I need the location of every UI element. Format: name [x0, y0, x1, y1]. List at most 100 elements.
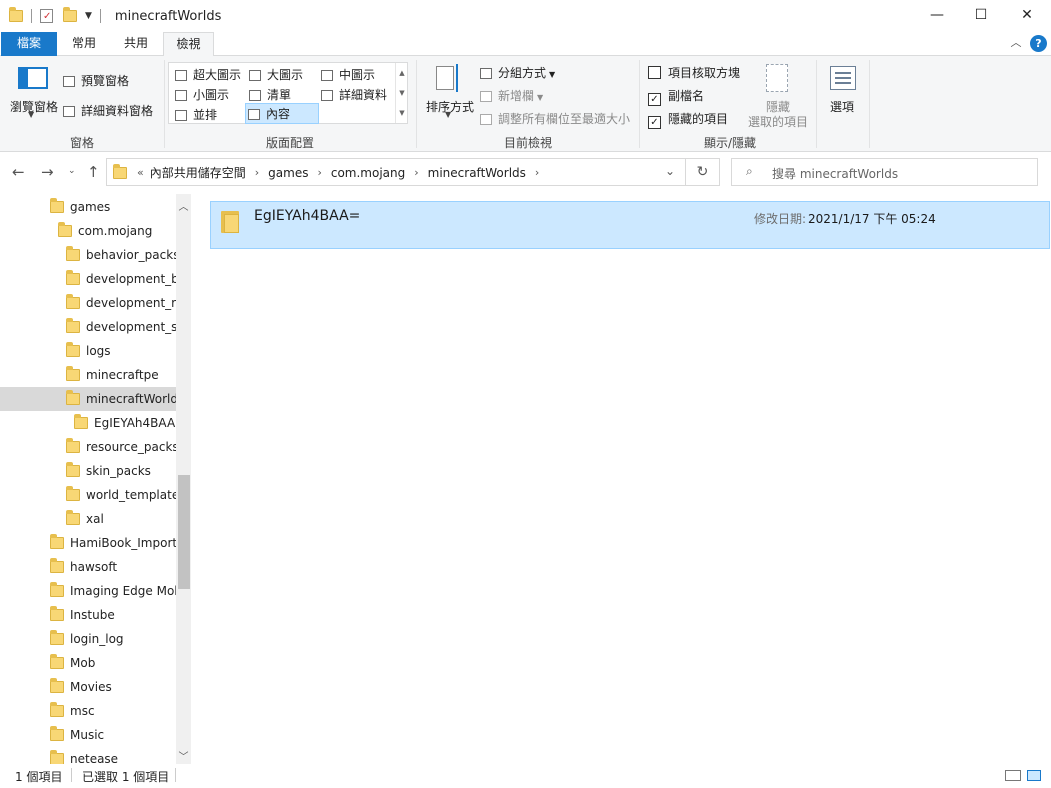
tree-item[interactable]: behavior_packs [0, 243, 176, 267]
address-dropdown-icon[interactable]: ⌄ [665, 164, 675, 178]
group-by-button[interactable]: 分組方式 ▼ [480, 64, 555, 81]
details-view-icon[interactable] [1005, 770, 1021, 781]
file-extensions-toggle[interactable]: ✓ 副檔名 [648, 87, 704, 106]
chevron-right-icon[interactable]: › [414, 166, 418, 179]
layout-list[interactable]: 清單 [249, 86, 291, 103]
search-input[interactable]: 搜尋 minecraftWorlds [772, 165, 898, 182]
tree-item-label: Imaging Edge Mol [70, 584, 176, 598]
tree-item[interactable]: games [0, 195, 176, 219]
close-button[interactable]: ✕ [1004, 0, 1050, 30]
tree-item[interactable]: Instube [0, 603, 176, 627]
breadcrumb-item[interactable]: minecraftWorlds [428, 166, 526, 180]
tree-item[interactable]: login_log [0, 627, 176, 651]
options-button[interactable]: 選項 [830, 98, 854, 115]
layout-group-label: 版面配置 [265, 136, 314, 150]
tree-item[interactable]: EgIEYAh4BAA= [0, 411, 176, 435]
large-icons-view-icon[interactable] [1027, 770, 1041, 781]
layout-small-icons[interactable]: 小圖示 [175, 86, 229, 103]
tree-item[interactable]: Mob [0, 651, 176, 675]
tab-file[interactable]: 檔案 [1, 32, 57, 56]
hidden-items-toggle[interactable]: ✓ 隱藏的項目 [648, 110, 728, 129]
chevron-right-icon[interactable]: › [255, 166, 259, 179]
tree-item[interactable]: msc [0, 699, 176, 723]
tab-home[interactable]: 常用 [58, 32, 110, 56]
layout-details[interactable]: 詳細資料 [321, 86, 387, 103]
tree-item[interactable]: Movies [0, 675, 176, 699]
checkbox-checked[interactable]: ✓ [648, 93, 661, 106]
tree-item[interactable]: minecraftpe [0, 363, 176, 387]
folder-icon [74, 414, 88, 429]
item-checkboxes-toggle[interactable]: 項目核取方塊 [648, 64, 740, 81]
scroll-up-icon[interactable]: ︿ [176, 198, 191, 213]
breadcrumb-item[interactable]: games [268, 166, 308, 180]
size-all-columns-button[interactable]: 調整所有欄位至最適大小 [480, 110, 630, 127]
navigation-pane-scrollbar[interactable]: ︿ ﹀ [176, 194, 191, 764]
search-icon: ⌕ [746, 164, 753, 178]
chevron-right-icon[interactable]: › [317, 166, 321, 179]
tree-item-label: Mob [70, 656, 96, 670]
navigation-pane: games com.mojang behavior_packs developm… [0, 194, 191, 764]
layout-content[interactable]: 內容 [245, 103, 319, 124]
breadcrumb-overflow-icon[interactable]: « [137, 166, 144, 179]
help-icon[interactable]: ? [1030, 35, 1047, 52]
address-bar[interactable]: « 內部共用儲存空間 › games › com.mojang › minecr… [106, 158, 686, 186]
tree-item[interactable]: world_template [0, 483, 176, 507]
new-folder-icon[interactable] [63, 7, 77, 22]
up-arrow-icon[interactable]: ↑ [87, 163, 100, 181]
checkbox[interactable] [648, 66, 661, 79]
chevron-right-icon[interactable]: › [535, 166, 539, 179]
folder-icon [66, 246, 80, 261]
tree-item-selected[interactable]: minecraftWorlds [0, 387, 176, 411]
scroll-down-icon[interactable]: ﹀ [176, 748, 191, 763]
refresh-icon[interactable]: ↻ [686, 158, 720, 186]
maximize-button[interactable]: ☐ [958, 0, 1004, 30]
add-columns-button[interactable]: 新增欄 ▼ [480, 87, 543, 104]
tree-item[interactable]: logs [0, 339, 176, 363]
tab-share[interactable]: 共用 [110, 32, 162, 56]
layout-scroll[interactable]: ▲ ▼ ▼ [395, 63, 408, 123]
tree-item-label: HamiBook_Import [70, 536, 176, 550]
minimize-button[interactable]: — [914, 0, 960, 30]
tree-item[interactable]: HamiBook_Import [0, 531, 176, 555]
tree-item[interactable]: skin_packs [0, 459, 176, 483]
layout-tiles[interactable]: 並排 [175, 106, 217, 123]
tree-item[interactable]: resource_packs [0, 435, 176, 459]
forward-arrow-icon[interactable]: → [41, 163, 54, 181]
details-pane-label: 詳細資料窗格 [81, 104, 154, 118]
folder-icon [50, 750, 64, 764]
tree-item[interactable]: development_b [0, 267, 176, 291]
properties-icon[interactable]: ✓ [40, 9, 53, 23]
tree-item[interactable]: Imaging Edge Mol [0, 579, 176, 603]
back-arrow-icon[interactable]: ← [12, 163, 25, 181]
tree-item[interactable]: Music [0, 723, 176, 747]
search-box[interactable]: ⌕ 搜尋 minecraftWorlds [731, 158, 1038, 186]
content-item-selected[interactable]: EgIEYAh4BAA= 修改日期: 2021/1/17 下午 05:24 [210, 201, 1050, 249]
breadcrumb-item[interactable]: com.mojang [331, 166, 405, 180]
folder-icon [50, 726, 64, 741]
small-icons-icon [175, 90, 187, 101]
tree-item[interactable]: development_re [0, 291, 176, 315]
folder-icon [66, 294, 80, 309]
layout-medium-icons[interactable]: 中圖示 [321, 66, 375, 83]
details-pane-button[interactable]: 詳細資料窗格 [63, 102, 153, 119]
tree-item-label: development_b [86, 272, 176, 286]
preview-pane-button[interactable]: 預覽窗格 [63, 72, 129, 89]
layout-label: 超大圖示 [193, 68, 242, 82]
tree-item[interactable]: com.mojang [0, 219, 176, 243]
recent-locations-chevron-icon[interactable]: ⌄ [68, 166, 76, 176]
customize-toolbar-icon[interactable]: ▼ [85, 11, 92, 21]
hide-selected-button-line2[interactable]: 選取的項目 [748, 113, 808, 130]
tree-item[interactable]: development_sk [0, 315, 176, 339]
navigation-pane-icon[interactable] [18, 67, 48, 89]
item-name: EgIEYAh4BAA= [254, 208, 361, 224]
tree-item[interactable]: hawsoft [0, 555, 176, 579]
layout-extra-large-icons[interactable]: 超大圖示 [175, 66, 241, 83]
checkbox-checked[interactable]: ✓ [648, 116, 661, 129]
breadcrumb-item[interactable]: 內部共用儲存空間 [150, 164, 246, 181]
tree-item[interactable]: netease [0, 747, 176, 764]
layout-large-icons[interactable]: 大圖示 [249, 66, 303, 83]
collapse-ribbon-icon[interactable]: ︿ [1006, 32, 1026, 56]
tree-item[interactable]: xal [0, 507, 176, 531]
tab-view[interactable]: 檢視 [163, 32, 214, 57]
scrollbar-thumb[interactable] [178, 475, 190, 589]
